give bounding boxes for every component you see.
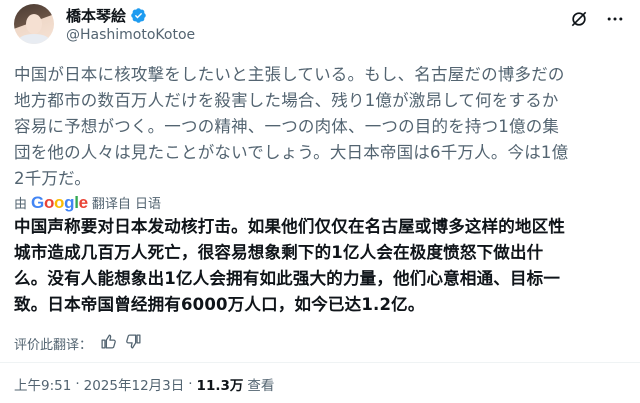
- grok-icon[interactable]: [568, 8, 590, 30]
- post-meta: 上午9:51 · 2025年12月3日 · 11.3万 查看: [14, 374, 274, 394]
- post-line: 中国が日本に核攻撃をしたいと主張している。もし、名古屋だの博多だの: [14, 65, 565, 84]
- author-name-row: 橋本琴絵: [66, 5, 147, 26]
- translated-from-link[interactable]: 翻译自 日语: [92, 193, 161, 212]
- more-icon[interactable]: [604, 8, 626, 30]
- divider: [0, 362, 640, 363]
- translation-prefix: 由: [14, 197, 28, 212]
- view-count: 11.3万: [196, 378, 244, 394]
- avatar-face: [26, 14, 42, 34]
- thumbs-down-icon[interactable]: [125, 333, 142, 354]
- translated-line: 致。日本帝国曾经拥有6000万人口，如今已达1.2亿。: [14, 295, 425, 314]
- translated-line: 么。没有人能想象出1亿人会拥有如此强大的力量，他们心意相通、目标一: [14, 269, 561, 288]
- thumbs-up-icon[interactable]: [100, 333, 117, 354]
- google-logo: Google: [31, 193, 88, 212]
- post-time[interactable]: 上午9:51: [14, 374, 71, 394]
- rate-translation-row: 评价此翻译：: [14, 333, 142, 354]
- avatar[interactable]: [14, 4, 54, 44]
- meta-separator: ·: [188, 376, 193, 392]
- post-body-original: 中国が日本に核攻撃をしたいと主張している。もし、名古屋だの博多だの 地方都市の数…: [14, 62, 626, 192]
- post-line: 地方都市の数百万人だけを殺害した場合、残り1億が激昂して何をするか: [14, 91, 559, 110]
- author-handle[interactable]: @HashimotoKotoe: [66, 27, 195, 43]
- post-actions-top: [568, 8, 626, 30]
- post-body-translated: 中国声称要对日本发动核打击。如果他们仅仅在名古屋或博多这样的地区性 城市造成几百…: [14, 214, 626, 318]
- post-line: 2千万だ。: [14, 169, 92, 188]
- translated-line: 城市造成几百万人死亡，很容易想象剩下的1亿人会在极度愤怒下做出什: [14, 243, 544, 262]
- author-display-name[interactable]: 橋本琴絵: [66, 5, 126, 26]
- meta-separator: ·: [75, 376, 80, 392]
- post-line: 団を他の人々は見たことがないでしょう。大日本帝国は6千万人。今は1億: [14, 143, 569, 162]
- rate-translation-label: 评价此翻译：: [14, 338, 93, 353]
- post-line: 容易に予想がつく。一つの精神、一つの肉体、一つの目的を持つ1億の集: [14, 117, 560, 136]
- verified-badge-icon: [131, 8, 146, 23]
- translated-line: 中国声称要对日本发动核打击。如果他们仅仅在名古屋或博多这样的地区性: [14, 217, 566, 236]
- view-label: 查看: [247, 378, 275, 394]
- post-date[interactable]: 2025年12月3日: [84, 374, 185, 394]
- avatar-shirt: [18, 34, 50, 44]
- translation-attribution: 由 Google 翻译自 日语: [14, 193, 161, 213]
